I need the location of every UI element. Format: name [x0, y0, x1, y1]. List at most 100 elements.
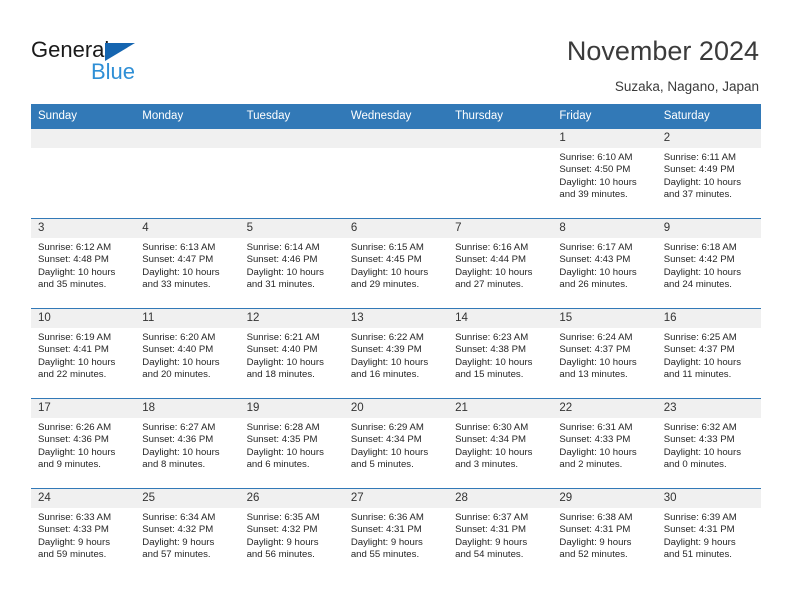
day-number	[239, 129, 344, 148]
calendar-day-cell[interactable]: 28 Sunrise: 6:37 AM Sunset: 4:31 PM Dayligh…	[448, 488, 553, 578]
day-sun-info: Sunrise: 6:29 AM Sunset: 4:34 PM Daylight:…	[343, 418, 449, 488]
day-sunrise-text: Sunrise: 6:23 AM	[455, 332, 529, 343]
day-number: 1	[552, 129, 657, 148]
day-sunrise-text: Sunrise: 6:29 AM	[350, 422, 424, 433]
day-sun-info: Sunrise: 6:16 AM Sunset: 4:44 PM Daylight:…	[448, 238, 553, 308]
day-sunrise-text: Sunrise: 6:20 AM	[142, 332, 216, 343]
day-sun-info: Sunrise: 6:11 AM Sunset: 4:49 PM Daylight:…	[656, 148, 761, 218]
day-number: 15	[552, 309, 657, 328]
calendar-cell-empty	[343, 129, 449, 219]
day-sunrise-text: Sunrise: 6:11 AM	[663, 152, 737, 163]
calendar-day-cell[interactable]: 16 Sunrise: 6:25 AM Sunset: 4:37 PM Dayligh…	[656, 308, 761, 399]
calendar-day-cell[interactable]: 27 Sunrise: 6:36 AM Sunset: 4:31 PM Dayligh…	[343, 488, 449, 578]
day-cell-inner	[343, 129, 449, 218]
calendar-week-row: 1 Sunrise: 6:10 AM Sunset: 4:50 PM Daylight…	[31, 129, 761, 219]
calendar-day-cell[interactable]: 25 Sunrise: 6:34 AM Sunset: 4:32 PM Dayligh…	[135, 488, 240, 578]
day-cell-inner: 24 Sunrise: 6:33 AM Sunset: 4:33 PM Dayligh…	[31, 489, 136, 578]
day-sun-info: Sunrise: 6:39 AM Sunset: 4:31 PM Daylight:…	[656, 508, 761, 578]
calendar-day-cell[interactable]: 2 Sunrise: 6:11 AM Sunset: 4:49 PM Daylight…	[656, 129, 761, 219]
day-daylight-text: Daylight: 10 hours	[38, 446, 116, 458]
day-sunset-text: Sunset: 4:36 PM	[142, 434, 214, 446]
calendar-day-cell[interactable]: 10 Sunrise: 6:19 AM Sunset: 4:41 PM Dayligh…	[31, 308, 136, 399]
calendar-day-cell[interactable]: 4 Sunrise: 6:13 AM Sunset: 4:47 PM Daylight…	[135, 218, 240, 309]
day-daylight-text: Daylight: 10 hours	[455, 266, 533, 278]
calendar-cell-empty	[448, 129, 553, 219]
day-sun-info: Sunrise: 6:13 AM Sunset: 4:47 PM Daylight:…	[135, 238, 240, 308]
page-title: November 2024	[566, 36, 759, 66]
day-sunrise-text: Sunrise: 6:38 AM	[559, 512, 633, 523]
day-number: 16	[656, 309, 761, 328]
calendar-day-cell[interactable]: 26 Sunrise: 6:35 AM Sunset: 4:32 PM Dayligh…	[239, 488, 344, 578]
calendar-day-cell[interactable]: 29 Sunrise: 6:38 AM Sunset: 4:31 PM Dayligh…	[552, 488, 657, 578]
calendar-day-cell[interactable]: 24 Sunrise: 6:33 AM Sunset: 4:33 PM Dayligh…	[31, 488, 136, 578]
day-cell-inner: 30 Sunrise: 6:39 AM Sunset: 4:31 PM Dayligh…	[656, 489, 761, 578]
day-daylight-cont-text: and 3 minutes.	[455, 458, 519, 470]
day-cell-inner: 7 Sunrise: 6:16 AM Sunset: 4:44 PM Daylight…	[448, 219, 553, 308]
calendar-day-cell[interactable]: 19 Sunrise: 6:28 AM Sunset: 4:35 PM Dayligh…	[239, 398, 344, 489]
calendar-day-cell[interactable]: 15 Sunrise: 6:24 AM Sunset: 4:37 PM Dayligh…	[552, 308, 657, 399]
calendar-day-cell[interactable]: 1 Sunrise: 6:10 AM Sunset: 4:50 PM Daylight…	[552, 129, 657, 219]
day-sunset-text: Sunset: 4:33 PM	[559, 434, 631, 446]
calendar-day-cell[interactable]: 12 Sunrise: 6:21 AM Sunset: 4:40 PM Dayligh…	[239, 308, 344, 399]
day-number: 4	[135, 219, 240, 238]
weekday-header-monday: Monday	[135, 104, 240, 129]
day-sunrise-text: Sunrise: 6:10 AM	[559, 152, 633, 163]
calendar-day-cell[interactable]: 22 Sunrise: 6:31 AM Sunset: 4:33 PM Dayligh…	[552, 398, 657, 489]
day-number: 8	[552, 219, 657, 238]
day-sun-info: Sunrise: 6:32 AM Sunset: 4:33 PM Daylight:…	[656, 418, 761, 488]
day-cell-inner: 23 Sunrise: 6:32 AM Sunset: 4:33 PM Dayligh…	[656, 399, 761, 488]
day-daylight-text: Daylight: 10 hours	[559, 266, 637, 278]
calendar-day-cell[interactable]: 11 Sunrise: 6:20 AM Sunset: 4:40 PM Dayligh…	[135, 308, 240, 399]
day-daylight-text: Daylight: 10 hours	[350, 266, 429, 278]
day-sun-info: Sunrise: 6:36 AM Sunset: 4:31 PM Daylight:…	[343, 508, 449, 578]
day-daylight-cont-text: and 54 minutes.	[455, 548, 524, 560]
day-sun-info: Sunrise: 6:23 AM Sunset: 4:38 PM Daylight:…	[448, 328, 553, 398]
calendar-day-cell[interactable]: 14 Sunrise: 6:23 AM Sunset: 4:38 PM Dayligh…	[448, 308, 553, 399]
general-blue-logo[interactable]: General Blue	[31, 37, 161, 89]
calendar-day-cell[interactable]: 21 Sunrise: 6:30 AM Sunset: 4:34 PM Dayligh…	[448, 398, 553, 489]
calendar-day-cell[interactable]: 13 Sunrise: 6:22 AM Sunset: 4:39 PM Dayligh…	[343, 308, 449, 399]
calendar-day-cell[interactable]: 17 Sunrise: 6:26 AM Sunset: 4:36 PM Dayligh…	[31, 398, 136, 489]
day-cell-inner: 29 Sunrise: 6:38 AM Sunset: 4:31 PM Dayligh…	[552, 489, 657, 578]
calendar-day-cell[interactable]: 9 Sunrise: 6:18 AM Sunset: 4:42 PM Daylight…	[656, 218, 761, 309]
day-cell-inner: 15 Sunrise: 6:24 AM Sunset: 4:37 PM Dayligh…	[552, 309, 657, 398]
day-sunrise-text: Sunrise: 6:37 AM	[455, 512, 529, 523]
calendar-day-cell[interactable]: 3 Sunrise: 6:12 AM Sunset: 4:48 PM Daylight…	[31, 218, 136, 309]
calendar-day-cell[interactable]: 18 Sunrise: 6:27 AM Sunset: 4:36 PM Dayligh…	[135, 398, 240, 489]
day-sun-info: Sunrise: 6:20 AM Sunset: 4:40 PM Daylight:…	[135, 328, 240, 398]
day-sunset-text: Sunset: 4:50 PM	[559, 164, 631, 176]
calendar-day-cell[interactable]: 20 Sunrise: 6:29 AM Sunset: 4:34 PM Dayligh…	[343, 398, 449, 489]
day-sunrise-text: Sunrise: 6:13 AM	[142, 242, 216, 253]
calendar-day-cell[interactable]: 6 Sunrise: 6:15 AM Sunset: 4:45 PM Daylight…	[343, 218, 449, 309]
day-number: 3	[31, 219, 136, 238]
calendar-day-cell[interactable]: 23 Sunrise: 6:32 AM Sunset: 4:33 PM Dayligh…	[656, 398, 761, 489]
day-daylight-text: Daylight: 10 hours	[38, 356, 116, 368]
weekday-header-wednesday: Wednesday	[343, 104, 449, 129]
day-sunrise-text: Sunrise: 6:32 AM	[663, 422, 737, 433]
weekday-header-thursday: Thursday	[448, 104, 553, 129]
calendar-day-cell[interactable]: 5 Sunrise: 6:14 AM Sunset: 4:46 PM Daylight…	[239, 218, 344, 309]
day-daylight-cont-text: and 39 minutes.	[559, 188, 628, 200]
day-sun-info: Sunrise: 6:15 AM Sunset: 4:45 PM Daylight:…	[343, 238, 449, 308]
day-sunrise-text: Sunrise: 6:27 AM	[142, 422, 216, 433]
day-daylight-text: Daylight: 10 hours	[246, 446, 324, 458]
day-cell-inner: 21 Sunrise: 6:30 AM Sunset: 4:34 PM Dayligh…	[448, 399, 553, 488]
calendar-cell-empty	[239, 129, 344, 219]
day-sunrise-text: Sunrise: 6:14 AM	[246, 242, 320, 253]
day-daylight-cont-text: and 57 minutes.	[142, 548, 211, 560]
calendar-week-row: 17 Sunrise: 6:26 AM Sunset: 4:36 PM Dayligh…	[31, 398, 761, 489]
day-sun-info: Sunrise: 6:35 AM Sunset: 4:32 PM Daylight:…	[239, 508, 344, 578]
calendar-day-cell[interactable]: 7 Sunrise: 6:16 AM Sunset: 4:44 PM Daylight…	[448, 218, 553, 309]
day-cell-inner: 27 Sunrise: 6:36 AM Sunset: 4:31 PM Dayligh…	[343, 489, 449, 578]
day-daylight-text: Daylight: 10 hours	[142, 446, 220, 458]
weekday-header-friday: Friday	[552, 104, 657, 129]
day-sunset-text: Sunset: 4:44 PM	[455, 254, 527, 266]
calendar-day-cell[interactable]: 30 Sunrise: 6:39 AM Sunset: 4:31 PM Dayligh…	[656, 488, 761, 578]
day-cell-inner: 10 Sunrise: 6:19 AM Sunset: 4:41 PM Dayligh…	[31, 309, 136, 398]
day-sunrise-text: Sunrise: 6:35 AM	[246, 512, 320, 523]
calendar-table: Sunday Monday Tuesday Wednesday Thursday Frid…	[31, 104, 761, 578]
calendar-day-cell[interactable]: 8 Sunrise: 6:17 AM Sunset: 4:43 PM Daylight…	[552, 218, 657, 309]
day-cell-inner: 28 Sunrise: 6:37 AM Sunset: 4:31 PM Dayligh…	[448, 489, 553, 578]
day-number: 21	[448, 399, 553, 418]
day-daylight-cont-text: and 51 minutes.	[663, 548, 732, 560]
